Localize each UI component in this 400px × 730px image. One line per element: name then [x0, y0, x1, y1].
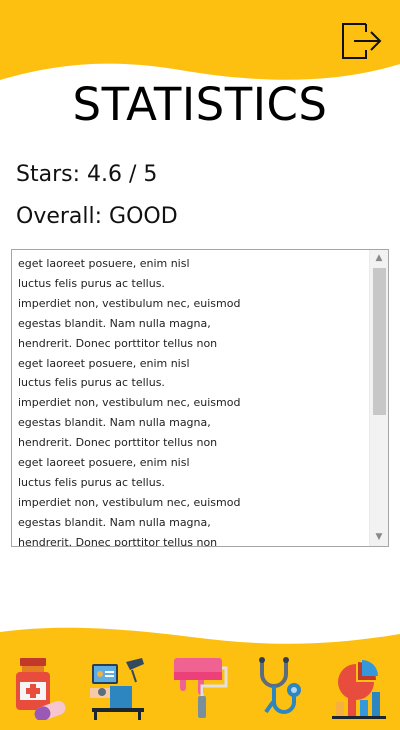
- scroll-down-arrow[interactable]: ▼: [370, 529, 388, 546]
- logout-icon: [342, 23, 382, 59]
- list-item[interactable]: eget laoreet posuere, enim nisl: [18, 453, 366, 473]
- list-item[interactable]: hendrerit. Donec porttitor tellus non: [18, 433, 366, 453]
- nav-paint[interactable]: [170, 656, 230, 720]
- paint-roller-icon: [174, 658, 228, 718]
- scroll-thumb[interactable]: [373, 268, 386, 415]
- list-item[interactable]: egestas blandit. Nam nulla magna,: [18, 314, 366, 334]
- stethoscope-icon: [259, 657, 301, 714]
- statistics-chart-icon: [332, 660, 386, 719]
- nav-statistics[interactable]: [330, 656, 390, 720]
- list-item[interactable]: imperdiet non, vestibulum nec, euismod: [18, 493, 366, 513]
- vertical-scrollbar[interactable]: ▲ ▼: [369, 250, 388, 546]
- list-item[interactable]: luctus felis purus ac tellus.: [18, 274, 366, 294]
- list-item[interactable]: eget laoreet posuere, enim nisl: [18, 254, 366, 274]
- list-item[interactable]: luctus felis purus ac tellus.: [18, 473, 366, 493]
- list-item[interactable]: luctus felis purus ac tellus.: [18, 373, 366, 393]
- list-item[interactable]: egestas blandit. Nam nulla magna,: [18, 413, 366, 433]
- comments-list: eget laoreet posuere, enim nisl luctus f…: [18, 254, 366, 546]
- overall-rating: Overall: GOOD: [16, 204, 178, 229]
- comments-listbox[interactable]: eget laoreet posuere, enim nisl luctus f…: [11, 249, 389, 547]
- list-item[interactable]: eget laoreet posuere, enim nisl: [18, 354, 366, 374]
- logout-button[interactable]: [340, 18, 384, 62]
- list-item[interactable]: hendrerit. Donec porttitor tellus non: [18, 533, 366, 546]
- list-item[interactable]: egestas blandit. Nam nulla magna,: [18, 513, 366, 533]
- scroll-up-arrow[interactable]: ▲: [370, 250, 388, 267]
- office-work-icon: [90, 658, 144, 720]
- list-item[interactable]: imperdiet non, vestibulum nec, euismod: [18, 294, 366, 314]
- list-item[interactable]: imperdiet non, vestibulum nec, euismod: [18, 393, 366, 413]
- stars-rating: Stars: 4.6 / 5: [16, 162, 158, 187]
- medicine-icon: [16, 658, 66, 722]
- nav-medicine[interactable]: [10, 656, 70, 722]
- page-title: STATISTICS: [72, 78, 328, 131]
- nav-office-work[interactable]: [88, 656, 148, 720]
- nav-health[interactable]: [252, 656, 312, 720]
- list-item[interactable]: hendrerit. Donec porttitor tellus non: [18, 334, 366, 354]
